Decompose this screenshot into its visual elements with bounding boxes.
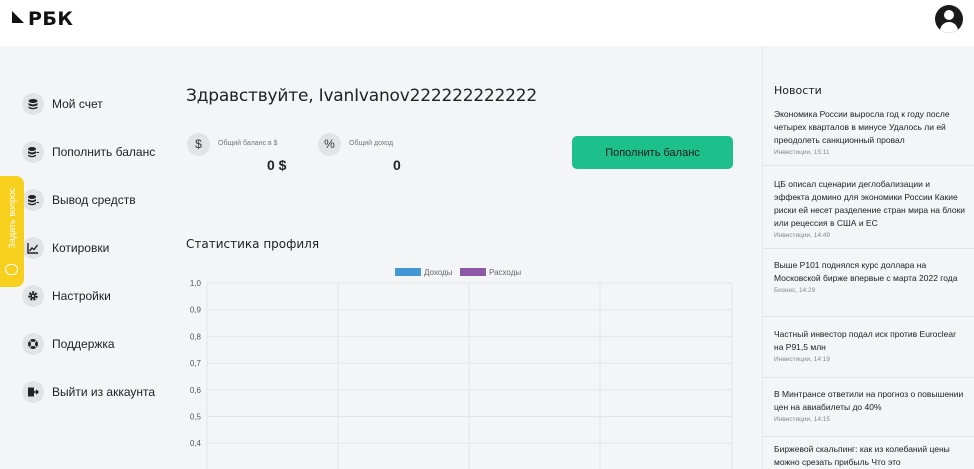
rbc-logo[interactable]: РБК: [12, 8, 73, 30]
dollar-icon: $: [187, 133, 210, 156]
balance-value: 0 $: [267, 157, 287, 173]
coins-icon: [22, 93, 44, 115]
news-item[interactable]: В Минтрансе ответили на прогноз о повыше…: [774, 388, 966, 423]
sidebar-item-label: Вывод средств: [52, 193, 136, 207]
sidebar-item-support[interactable]: Поддержка: [22, 332, 115, 356]
top-bar: РБК: [0, 0, 974, 46]
news-meta: Инвестиции, 14:19: [774, 356, 830, 363]
y-tick-label: 0,7: [190, 359, 202, 368]
news-meta: Инвестиции, 15:11: [774, 149, 830, 156]
news-meta: Инвестиции, 14:15: [774, 416, 830, 423]
topup-balance-button[interactable]: Пополнить баланс: [572, 136, 733, 169]
y-tick-label: 0,8: [190, 332, 202, 341]
news-meta: Инвестиции, 14:49: [774, 232, 830, 239]
sidebar-item-label: Настройки: [52, 289, 111, 303]
chart-y-axis: 1,0 0,9 0,8 0,7 0,6 0,5 0,4: [190, 279, 202, 448]
y-tick-label: 0,6: [190, 386, 202, 395]
sidebar-item-label: Поддержка: [52, 337, 115, 351]
news-headline: В Минтрансе ответили на прогноз о повыше…: [774, 389, 964, 412]
y-tick-label: 0,4: [190, 439, 202, 448]
logout-icon: [22, 381, 44, 403]
news-item[interactable]: Биржевой скальпинг: как из колебаний цен…: [774, 443, 966, 469]
news-headline: Биржевой скальпинг: как из колебаний цен…: [774, 444, 950, 467]
sidebar-item-label: Пополнить баланс: [52, 145, 156, 159]
gear-icon: [22, 285, 44, 307]
chat-bubble-icon: [5, 264, 18, 275]
y-tick-label: 0,9: [190, 306, 202, 315]
income-label: Общий доход: [349, 140, 394, 147]
news-headline: Частный инвестор подал иск против Eurocl…: [774, 329, 956, 352]
news-panel: Новости Экономика России выросла год к г…: [762, 46, 974, 469]
user-avatar-icon[interactable]: [935, 5, 963, 33]
news-item[interactable]: Частный инвестор подал иск против Eurocl…: [774, 328, 966, 363]
sidebar-item-quotes[interactable]: Котировки: [22, 236, 109, 260]
y-tick-label: 0,5: [190, 413, 202, 422]
income-value: 0: [393, 157, 401, 173]
y-tick-label: 1,0: [190, 279, 202, 288]
lifebuoy-icon: [22, 333, 44, 355]
news-divider: [762, 377, 974, 378]
sidebar-item-label: Мой счет: [52, 97, 103, 111]
sidebar: Мой счет Пополнить баланс Вывод средств …: [0, 46, 165, 469]
news-divider: [762, 248, 974, 249]
stats-title: Статистика профиля: [186, 237, 320, 251]
logo-mark-icon: [12, 11, 26, 27]
news-meta: Бизнес, 14:29: [774, 287, 816, 294]
coins-plus-icon: [22, 141, 44, 163]
percent-icon: %: [318, 133, 341, 156]
news-divider: [762, 436, 974, 437]
news-headline: ЦБ описал сценарии деглобализации и эффе…: [774, 179, 966, 228]
news-item[interactable]: Выше Р101 поднялся курс доллара на Моско…: [774, 259, 966, 294]
sidebar-item-withdraw[interactable]: Вывод средств: [22, 188, 136, 212]
news-headline: Выше Р101 поднялся курс доллара на Моско…: [774, 260, 958, 283]
ask-question-tab[interactable]: Задать вопрос: [0, 176, 24, 287]
sidebar-item-my-account[interactable]: Мой счет: [22, 92, 103, 116]
sidebar-item-label: Котировки: [52, 241, 110, 255]
sidebar-item-label: Выйти из аккаунта: [52, 385, 156, 399]
news-headline: Экономика России выросла год к году посл…: [774, 109, 950, 145]
coins-minus-icon: [22, 189, 44, 211]
news-title: Новости: [774, 84, 822, 97]
ask-question-label: Задать вопрос: [7, 187, 17, 249]
balance-label: Общий баланс в $: [218, 140, 278, 147]
chart-grid: [206, 282, 733, 469]
news-item[interactable]: Экономика России выросла год к году посл…: [774, 108, 966, 156]
logo-text: РБК: [28, 8, 74, 30]
sidebar-item-settings[interactable]: Настройки: [22, 284, 111, 308]
chart-line-icon: [22, 237, 44, 259]
legend-label-1: Доходы: [424, 268, 453, 277]
legend-swatch-2[interactable]: [460, 268, 486, 276]
greeting-title: Здравствуйте, IvanIvanov222222222222: [186, 86, 538, 106]
chart-legend: Доходы Расходы: [395, 268, 521, 277]
legend-swatch-1[interactable]: [395, 268, 421, 276]
legend-label-2: Расходы: [489, 268, 521, 277]
sidebar-item-logout[interactable]: Выйти из аккаунта: [22, 380, 155, 404]
sidebar-item-topup[interactable]: Пополнить баланс: [22, 140, 155, 164]
news-item[interactable]: ЦБ описал сценарии деглобализации и эффе…: [774, 178, 966, 239]
news-divider: [762, 165, 974, 166]
profile-stats-chart: Доходы Расходы 1,0 0,9 0,8 0,7 0,6 0,5 0,4: [190, 268, 733, 469]
news-divider: [762, 316, 974, 317]
